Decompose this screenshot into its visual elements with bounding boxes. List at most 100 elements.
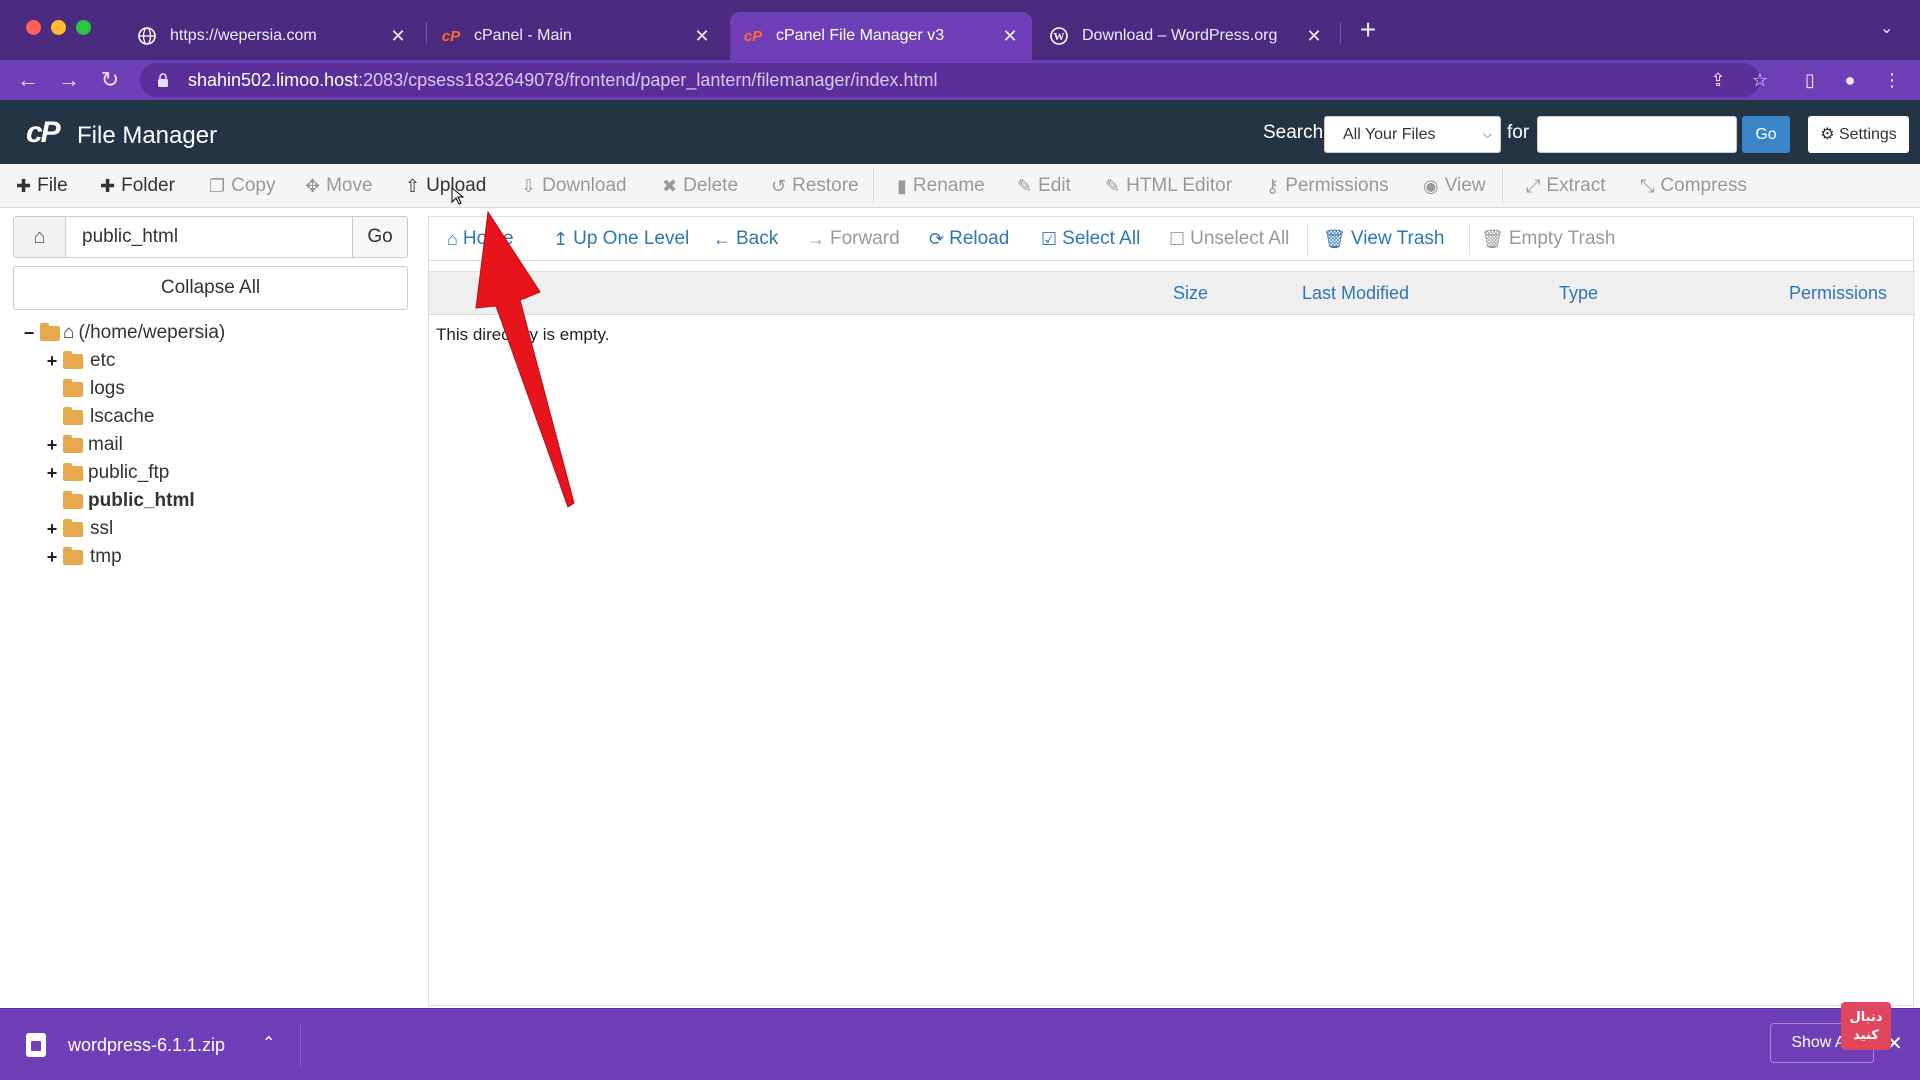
download-item[interactable]: wordpress-6.1.1.zip xyxy=(16,1025,225,1065)
forward-button[interactable]: → Forward xyxy=(807,217,900,261)
rename-button[interactable]: ▮ Rename xyxy=(897,164,985,208)
tree-item-logs[interactable]: logs xyxy=(45,376,125,402)
download-button[interactable]: ⇩ Download xyxy=(521,164,627,208)
share-icon[interactable]: ⇪ xyxy=(1706,68,1730,92)
expand-icon[interactable]: + xyxy=(45,547,59,568)
browser-tab-wepersia[interactable]: https://wepersia.com ✕ xyxy=(124,12,420,60)
column-type[interactable]: Type xyxy=(1559,272,1598,314)
window-close-button[interactable] xyxy=(26,20,41,35)
up-one-level-button[interactable]: ↥ Up One Level xyxy=(553,217,689,261)
delete-button[interactable]: ✖ Delete xyxy=(662,164,738,208)
tree-item-tmp[interactable]: + tmp xyxy=(45,544,122,570)
browser-tab-wordpress[interactable]: W Download – WordPress.org ✕ xyxy=(1036,12,1336,60)
permissions-button[interactable]: ⚷ Permissions xyxy=(1266,164,1389,208)
profile-avatar-icon[interactable]: ● xyxy=(1838,68,1862,92)
tab-separator xyxy=(1340,22,1341,44)
column-last-modified[interactable]: Last Modified xyxy=(1302,272,1409,314)
address-bar[interactable]: shahin502.limoo.host :2083/cpsess1832649… xyxy=(140,63,1760,97)
home-icon: ⌂ xyxy=(33,226,46,248)
tab-separator xyxy=(426,22,427,44)
html-editor-button[interactable]: ✎ HTML Editor xyxy=(1105,164,1232,208)
downloads-separator xyxy=(300,1023,301,1067)
extract-icon: ⤢ xyxy=(1526,175,1541,196)
wordpress-icon: W xyxy=(1050,27,1068,45)
select-all-button[interactable]: ☑ Select All xyxy=(1041,217,1140,261)
side-panel-icon[interactable]: ▯ xyxy=(1798,68,1822,92)
chevron-up-icon[interactable]: ⌃ xyxy=(262,1033,275,1053)
tab-close-icon[interactable]: ✕ xyxy=(690,26,714,47)
window-zoom-button[interactable] xyxy=(76,20,91,35)
new-tab-button[interactable]: + xyxy=(1356,16,1380,44)
bookmark-star-icon[interactable]: ☆ xyxy=(1748,68,1772,92)
view-trash-button[interactable]: 🗑 View Trash xyxy=(1323,217,1445,261)
tree-item-etc[interactable]: + etc xyxy=(45,348,116,374)
cpanel-logo: cP xyxy=(26,116,61,149)
tree-item-home[interactable]: − ⌂ (/home/wepersia) xyxy=(22,320,226,346)
home-nav-button[interactable]: ⌂ Home xyxy=(447,217,514,261)
column-name[interactable]: Name xyxy=(481,272,529,314)
unselect-all-button[interactable]: ☐ Unselect All xyxy=(1169,217,1289,261)
action-label: Copy xyxy=(231,175,276,196)
tree-item-label: etc xyxy=(90,350,116,371)
empty-trash-button[interactable]: 🗑 Empty Trash xyxy=(1481,217,1616,261)
search-input[interactable] xyxy=(1537,116,1737,153)
upload-button[interactable]: ⇧ Upload xyxy=(405,164,486,208)
home-path-button[interactable]: ⌂ xyxy=(13,216,66,258)
tab-search-icon[interactable]: ⌄ xyxy=(1880,18,1893,38)
settings-button[interactable]: ⚙ Settings xyxy=(1808,116,1909,153)
toolbar-separator xyxy=(1502,168,1503,204)
nav-label: Up One Level xyxy=(573,228,690,249)
browser-tab-cpanel-main[interactable]: cP cPanel - Main ✕ xyxy=(428,12,724,60)
expand-icon[interactable]: + xyxy=(45,351,59,372)
reload-icon[interactable]: ↻ xyxy=(96,66,124,94)
folder-icon xyxy=(63,378,83,397)
tree-item-mail[interactable]: + mail xyxy=(45,432,123,458)
path-input[interactable]: public_html xyxy=(65,216,353,258)
compress-button[interactable]: ⤡ Compress xyxy=(1640,164,1747,208)
browser-menu-icon[interactable]: ⋮ xyxy=(1880,68,1904,92)
nav-label: Back xyxy=(736,228,779,249)
watermark-logo: دنبال کنید xyxy=(1841,1002,1891,1050)
search-scope-value: All Your Files xyxy=(1343,126,1436,143)
extract-button[interactable]: ⤢ Extract xyxy=(1526,164,1606,208)
url-path: :2083/cpsess1832649078/frontend/paper_la… xyxy=(358,69,938,90)
empty-directory-message: This directory is empty. xyxy=(436,325,610,344)
settings-label: Settings xyxy=(1838,126,1897,143)
page-title: File Manager xyxy=(77,122,218,149)
tab-title: cPanel File Manager v3 xyxy=(776,27,945,44)
restore-icon: ↺ xyxy=(771,175,787,196)
tab-close-icon[interactable]: ✕ xyxy=(1302,26,1326,47)
expand-icon[interactable]: + xyxy=(45,463,59,484)
path-go-button[interactable]: Go xyxy=(352,216,408,258)
forward-arrow-icon[interactable]: → xyxy=(55,66,83,94)
back-arrow-icon[interactable]: ← xyxy=(14,66,42,94)
expand-icon[interactable]: + xyxy=(45,435,59,456)
move-button[interactable]: ✥ Move xyxy=(305,164,373,208)
search-scope-select[interactable]: All Your Files ⌵ xyxy=(1324,116,1501,153)
window-minimize-button[interactable] xyxy=(51,20,66,35)
reload-button[interactable]: ⟳ Reload xyxy=(929,217,1009,261)
new-folder-button[interactable]: ✚ Folder xyxy=(100,164,175,208)
copy-button[interactable]: ❐ Copy xyxy=(209,164,276,208)
search-go-button[interactable]: Go xyxy=(1742,116,1790,153)
tree-item-ssl[interactable]: + ssl xyxy=(45,516,114,542)
collapse-icon[interactable]: − xyxy=(22,323,36,344)
new-file-button[interactable]: ✚ File xyxy=(16,164,68,208)
nav-separator xyxy=(1307,223,1308,255)
restore-button[interactable]: ↺ Restore xyxy=(771,164,859,208)
tab-close-icon[interactable]: ✕ xyxy=(386,26,410,47)
toolbar-separator xyxy=(873,168,874,204)
collapse-all-button[interactable]: Collapse All xyxy=(13,266,408,310)
column-size[interactable]: Size xyxy=(1173,272,1208,314)
edit-button[interactable]: ✎ Edit xyxy=(1017,164,1071,208)
action-label: HTML Editor xyxy=(1126,175,1233,196)
expand-icon[interactable]: + xyxy=(45,519,59,540)
tree-item-lscache[interactable]: lscache xyxy=(45,404,154,430)
tree-item-public-ftp[interactable]: + public_ftp xyxy=(45,460,170,486)
view-button[interactable]: ◉ View xyxy=(1423,164,1486,208)
browser-tab-file-manager[interactable]: cP cPanel File Manager v3 ✕ xyxy=(730,12,1032,60)
back-button[interactable]: ← Back xyxy=(713,217,778,261)
tree-item-public-html[interactable]: public_html xyxy=(45,488,195,514)
tab-close-icon[interactable]: ✕ xyxy=(998,26,1022,47)
column-permissions[interactable]: Permissions xyxy=(1789,272,1887,314)
